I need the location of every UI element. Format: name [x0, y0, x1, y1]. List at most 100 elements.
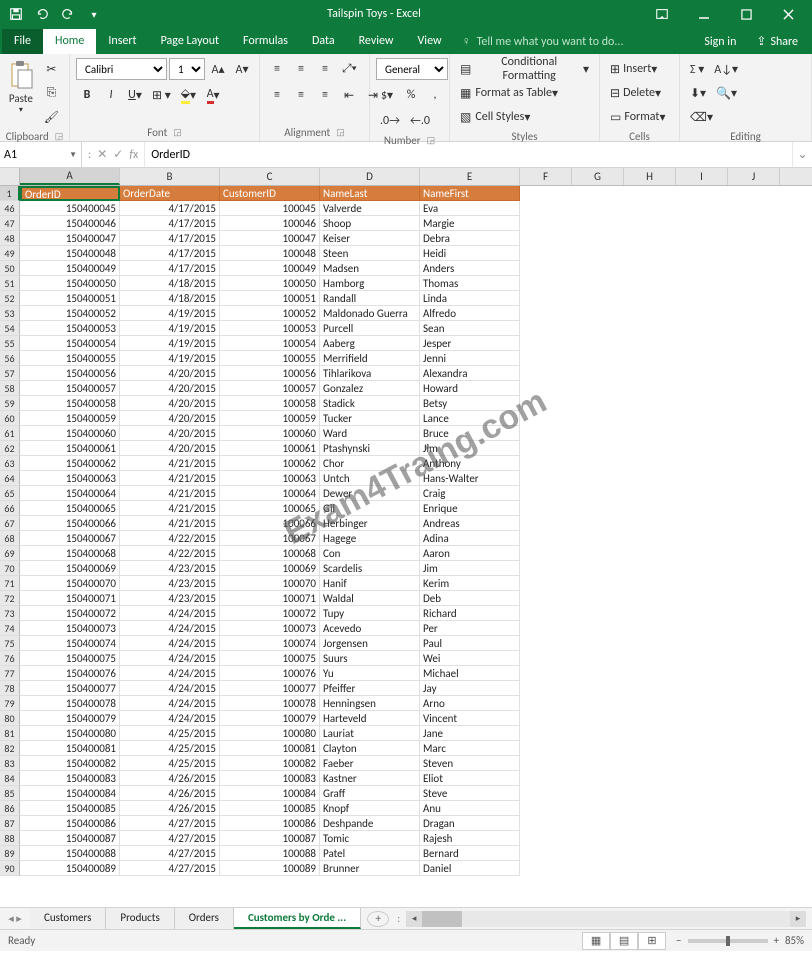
data-cell[interactable]: Shoop	[320, 216, 420, 231]
row-header[interactable]: 49	[0, 246, 20, 261]
data-cell[interactable]: Jane	[420, 726, 520, 741]
data-cell[interactable]: Gonzalez	[320, 381, 420, 396]
data-cell[interactable]: 4/25/2015	[120, 726, 220, 741]
data-cell[interactable]: 150400078	[20, 696, 120, 711]
row-header[interactable]: 76	[0, 651, 20, 666]
data-cell[interactable]: 4/26/2015	[120, 801, 220, 816]
data-cell[interactable]: 150400053	[20, 321, 120, 336]
data-cell[interactable]: 100049	[220, 261, 320, 276]
row-header[interactable]: 85	[0, 786, 20, 801]
table-header-cell[interactable]: NameFirst	[420, 186, 520, 201]
data-cell[interactable]: 4/17/2015	[120, 231, 220, 246]
data-cell[interactable]: 150400061	[20, 441, 120, 456]
data-cell[interactable]: 100055	[220, 351, 320, 366]
data-cell[interactable]: Con	[320, 546, 420, 561]
name-box-dropdown-icon[interactable]: ▼	[65, 150, 77, 160]
row-header[interactable]: 51	[0, 276, 20, 291]
data-cell[interactable]: 4/21/2015	[120, 456, 220, 471]
data-cell[interactable]: Hagege	[320, 531, 420, 546]
font-color-button[interactable]: A▾	[202, 84, 224, 106]
decrease-decimal-button[interactable]: ←.0	[406, 110, 434, 132]
data-cell[interactable]: 4/19/2015	[120, 321, 220, 336]
align-right-button[interactable]: ≡	[314, 84, 336, 106]
cancel-formula-icon[interactable]: ✕	[97, 147, 107, 162]
data-cell[interactable]: 100067	[220, 531, 320, 546]
zoom-level[interactable]: 85%	[785, 934, 804, 947]
data-cell[interactable]: Jorgensen	[320, 636, 420, 651]
data-cell[interactable]: Lance	[420, 411, 520, 426]
data-cell[interactable]: 150400081	[20, 741, 120, 756]
data-cell[interactable]: Wei	[420, 651, 520, 666]
data-cell[interactable]: 100066	[220, 516, 320, 531]
tab-data[interactable]: Data	[300, 29, 347, 54]
row-header[interactable]: 1	[0, 186, 20, 201]
data-cell[interactable]: 4/22/2015	[120, 546, 220, 561]
data-cell[interactable]: 100085	[220, 801, 320, 816]
row-header[interactable]: 86	[0, 801, 20, 816]
data-cell[interactable]: 4/21/2015	[120, 486, 220, 501]
data-cell[interactable]: 4/21/2015	[120, 471, 220, 486]
paste-button[interactable]: Paste▾	[6, 58, 36, 128]
data-cell[interactable]: Marc	[420, 741, 520, 756]
align-bottom-button[interactable]: ≡	[314, 58, 336, 80]
column-header-F[interactable]: F	[520, 168, 572, 185]
row-header[interactable]: 62	[0, 441, 20, 456]
currency-button[interactable]: $▾	[376, 84, 398, 106]
data-cell[interactable]: Deshpande	[320, 816, 420, 831]
format-as-table-button[interactable]: ▦ Format as Table ▾	[456, 82, 593, 104]
clear-button[interactable]: ⌫▾	[686, 106, 717, 128]
data-cell[interactable]: 150400082	[20, 756, 120, 771]
column-header-B[interactable]: B	[120, 168, 220, 185]
find-select-button[interactable]: 🔍▾	[712, 82, 741, 104]
data-cell[interactable]: 4/20/2015	[120, 426, 220, 441]
close-icon[interactable]	[768, 3, 808, 25]
data-cell[interactable]: Andreas	[420, 516, 520, 531]
format-painter-button[interactable]: 🖌	[40, 106, 63, 128]
row-header[interactable]: 46	[0, 201, 20, 216]
data-cell[interactable]: Valverde	[320, 201, 420, 216]
row-header[interactable]: 78	[0, 681, 20, 696]
row-header[interactable]: 60	[0, 411, 20, 426]
data-cell[interactable]: 100061	[220, 441, 320, 456]
data-cell[interactable]: Anthony	[420, 456, 520, 471]
data-cell[interactable]: 150400069	[20, 561, 120, 576]
data-cell[interactable]: Arno	[420, 696, 520, 711]
data-cell[interactable]: Anu	[420, 801, 520, 816]
data-cell[interactable]: 4/18/2015	[120, 291, 220, 306]
name-box-input[interactable]	[4, 148, 65, 162]
alignment-dialog-icon[interactable]: ◲	[336, 127, 345, 138]
row-header[interactable]: 52	[0, 291, 20, 306]
data-cell[interactable]: 150400072	[20, 606, 120, 621]
row-header[interactable]: 77	[0, 666, 20, 681]
redo-icon[interactable]	[56, 3, 80, 25]
tab-view[interactable]: View	[406, 29, 454, 54]
data-cell[interactable]: 100065	[220, 501, 320, 516]
data-cell[interactable]: Graff	[320, 786, 420, 801]
data-cell[interactable]: 100084	[220, 786, 320, 801]
data-cell[interactable]: 100075	[220, 651, 320, 666]
delete-cells-button[interactable]: ⊟ Delete ▾	[606, 82, 673, 104]
data-cell[interactable]: 100053	[220, 321, 320, 336]
data-cell[interactable]: 100078	[220, 696, 320, 711]
data-cell[interactable]: Steve	[420, 786, 520, 801]
data-cell[interactable]: 150400047	[20, 231, 120, 246]
decrease-font-button[interactable]: A▾	[231, 58, 253, 80]
data-cell[interactable]: 100079	[220, 711, 320, 726]
row-header[interactable]: 88	[0, 831, 20, 846]
decrease-indent-button[interactable]: ⇤	[338, 84, 360, 106]
data-cell[interactable]: 4/23/2015	[120, 576, 220, 591]
minimize-icon[interactable]	[684, 3, 724, 25]
column-header-G[interactable]: G	[572, 168, 624, 185]
data-cell[interactable]: 4/23/2015	[120, 561, 220, 576]
row-header[interactable]: 90	[0, 861, 20, 876]
data-cell[interactable]: 100046	[220, 216, 320, 231]
data-cell[interactable]: 100077	[220, 681, 320, 696]
data-cell[interactable]: Hans-Walter	[420, 471, 520, 486]
horizontal-scrollbar[interactable]: ◂ ▸	[422, 911, 790, 927]
data-cell[interactable]: Patel	[320, 846, 420, 861]
data-cell[interactable]: Clayton	[320, 741, 420, 756]
sheet-tab[interactable]: Orders	[175, 908, 234, 929]
data-cell[interactable]: 150400089	[20, 861, 120, 876]
scroll-thumb[interactable]	[422, 911, 462, 927]
data-cell[interactable]: Vincent	[420, 711, 520, 726]
